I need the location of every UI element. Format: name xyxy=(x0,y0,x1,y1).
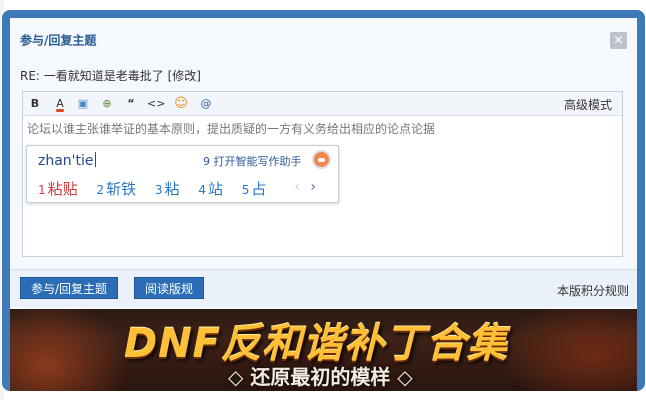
ime-page-nav: ‹ › xyxy=(288,179,316,195)
banner-art-right xyxy=(497,309,637,391)
ad-banner[interactable]: DNF反和谐补丁合集 ◇ 还原最初的模样 ◇ xyxy=(10,309,637,391)
text-caret xyxy=(94,152,96,167)
ime-logo-icon[interactable] xyxy=(312,150,331,169)
advanced-mode-link[interactable]: 高级模式 xyxy=(564,96,612,113)
ime-candidates: 1 粘贴 2 斩铁 3粘 4站 5占 xyxy=(38,178,280,199)
link-icon[interactable]: ⊕ xyxy=(99,96,115,112)
reply-dialog: 参与/回复主题 × RE: 一看就知道是老毒批了 [修改] B A ▣ ⊕ “ … xyxy=(2,10,645,391)
read-rules-button[interactable]: 阅读版规 xyxy=(134,277,205,299)
ime-candidate[interactable]: 1 粘贴 xyxy=(38,178,78,199)
editor-toolbar: B A ▣ ⊕ “ <> ☺ @ 高级模式 xyxy=(23,92,622,116)
font-color-icon[interactable]: A xyxy=(52,96,68,112)
chevron-left-icon[interactable]: ‹ xyxy=(294,179,300,195)
smiley-icon[interactable]: ☺ xyxy=(173,96,189,112)
ime-candidate[interactable]: 5占 xyxy=(242,178,267,199)
banner-subtitle: ◇ 还原最初的模样 ◇ xyxy=(228,365,413,389)
ime-pinyin: zhan'tie xyxy=(38,152,96,169)
quote-icon[interactable]: “ xyxy=(123,96,139,112)
ime-candidate-popup: zhan'tie 9 打开智能写作助手 1 粘贴 2 斩铁 3粘 4站 5占 ‹ › xyxy=(26,145,339,203)
score-rules-link[interactable]: 本版积分规则 xyxy=(557,282,629,299)
image-icon[interactable]: ▣ xyxy=(75,96,91,112)
submit-reply-button[interactable]: 参与/回复主题 xyxy=(20,277,119,299)
bold-icon[interactable]: B xyxy=(27,96,43,112)
banner-art-left xyxy=(10,309,130,391)
dialog-title: 参与/回复主题 xyxy=(20,33,97,48)
chevron-right-icon[interactable]: › xyxy=(310,179,316,195)
ime-candidate[interactable]: 4站 xyxy=(198,178,223,199)
ime-pinyin-text: zhan'tie xyxy=(38,153,94,169)
close-icon[interactable]: × xyxy=(610,32,627,49)
dialog-body: 参与/回复主题 × RE: 一看就知道是老毒批了 [修改] B A ▣ ⊕ “ … xyxy=(10,18,637,391)
ime-candidate[interactable]: 2 斩铁 xyxy=(96,178,136,199)
reply-subject: RE: 一看就知道是老毒批了 [修改] xyxy=(20,69,201,83)
ime-candidate[interactable]: 3粘 xyxy=(155,178,180,199)
code-icon[interactable]: <> xyxy=(147,96,165,112)
ime-assistant-link[interactable]: 9 打开智能写作助手 xyxy=(203,153,302,169)
dialog-footer: 参与/回复主题 阅读版规 本版积分规则 xyxy=(10,269,637,307)
at-icon[interactable]: @ xyxy=(198,96,214,112)
